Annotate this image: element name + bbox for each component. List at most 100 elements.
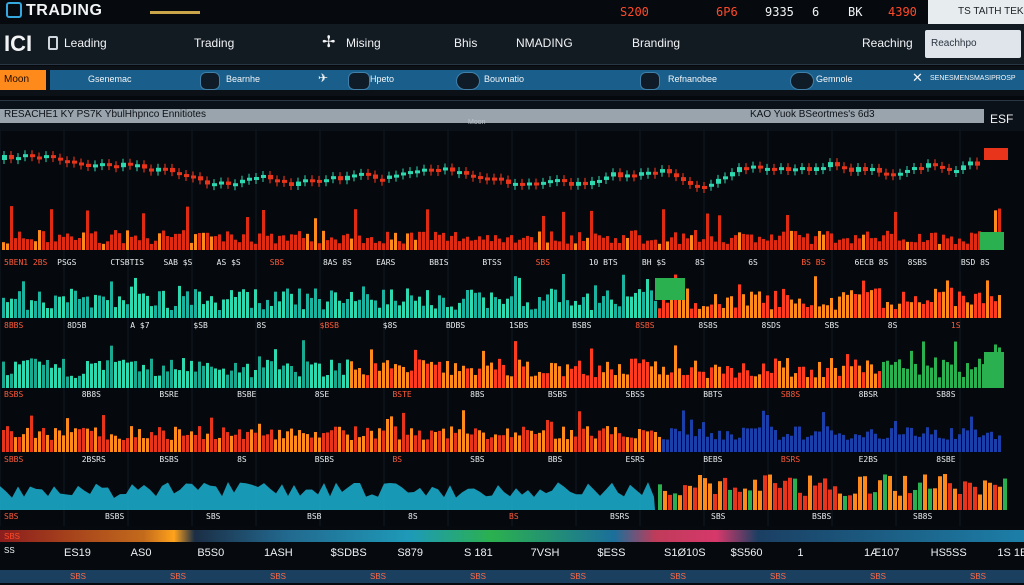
volume-bar	[858, 238, 861, 250]
candle	[457, 171, 462, 175]
mixed-bar	[534, 375, 537, 388]
mixed-bar	[746, 370, 749, 388]
flow-bar	[894, 420, 897, 452]
flow-bar	[150, 432, 153, 452]
volume-bar	[818, 231, 821, 250]
candle	[527, 182, 532, 186]
volume-bar	[898, 240, 901, 250]
area-bar	[963, 481, 967, 510]
histogram-bar	[994, 301, 997, 318]
histogram-bar	[390, 289, 393, 318]
tab-moon[interactable]: Moon	[0, 70, 46, 90]
flow-bar	[106, 439, 109, 452]
nav-item-leading[interactable]: Leading	[64, 36, 107, 50]
volume-bar	[142, 213, 145, 250]
mixed-bar	[526, 361, 529, 388]
flow-bar	[958, 434, 961, 452]
volume-bar	[110, 234, 113, 250]
toolbar-item-gemnole[interactable]: Gemnole	[816, 74, 853, 84]
histogram-bar	[290, 293, 293, 318]
flow-bar	[578, 411, 581, 452]
footer-value: 1Æ107	[864, 547, 900, 559]
strip-label: 8SBS	[907, 258, 927, 267]
volume-bar	[774, 240, 777, 250]
flow-bar	[794, 426, 797, 452]
nav-item-reaching[interactable]: Reaching	[862, 36, 913, 50]
close-icon[interactable]: ✕	[912, 70, 923, 86]
histogram-bar	[694, 303, 697, 318]
candle	[310, 179, 315, 183]
histogram-bar	[262, 309, 265, 318]
volume-bar	[758, 236, 761, 250]
volume-bar	[938, 243, 941, 250]
mixed-bar	[630, 358, 633, 388]
mixed-bar	[510, 376, 513, 388]
flow-bar	[242, 438, 245, 452]
candle	[646, 171, 651, 175]
volume-bar	[754, 242, 757, 250]
area-bar	[948, 483, 952, 510]
flow-bar	[738, 437, 741, 452]
flow-bar	[70, 432, 73, 452]
histogram-bar	[418, 296, 421, 318]
mixed-bar	[802, 366, 805, 388]
volume-bar	[950, 236, 953, 250]
candle	[79, 162, 84, 166]
candle	[667, 169, 672, 174]
flow-bar	[750, 428, 753, 452]
mixed-bar	[394, 364, 397, 388]
flow-bar	[602, 428, 605, 452]
nav-item-bhis[interactable]: Bhis	[454, 36, 477, 50]
area-bar	[823, 478, 827, 510]
flow-bar	[450, 426, 453, 452]
volume-bar	[214, 236, 217, 250]
tag-icon[interactable]	[640, 72, 660, 90]
histogram-bar	[962, 295, 965, 318]
volume-bar	[870, 238, 873, 250]
mixed-bar	[410, 370, 413, 388]
flow-bar	[402, 412, 405, 452]
strip-label: BS	[392, 455, 403, 464]
histogram-bar	[266, 299, 269, 318]
histogram-bar	[862, 280, 865, 318]
globe-icon[interactable]	[200, 72, 220, 90]
volume-bar	[654, 239, 657, 250]
volume-bar	[174, 233, 177, 250]
ticker-item-1: S200	[620, 5, 649, 19]
histogram-bar	[150, 306, 153, 318]
histogram-bar	[46, 307, 49, 318]
toolbar-item-bouvnatio[interactable]: Bouvnatio	[484, 74, 524, 84]
nav-item-branding[interactable]: Branding	[632, 36, 680, 50]
cloud-icon[interactable]	[456, 72, 480, 90]
mixed-bar	[554, 363, 557, 388]
flow-bar	[22, 434, 25, 452]
footer: SBS SS ES19 AS0 B5S0 1ASH $SDBS S879 S 181 7VSH…	[0, 526, 1024, 585]
nav-item-nmading[interactable]: NMADING	[516, 36, 573, 50]
volume-bar	[802, 237, 805, 250]
histogram-bar	[782, 288, 785, 318]
histogram-bar	[990, 296, 993, 318]
nav-item-trading[interactable]: Trading	[194, 36, 234, 50]
nav-item-mising[interactable]: Mising	[346, 36, 381, 50]
candle	[149, 168, 154, 172]
area-bar	[708, 483, 712, 510]
nav-search-box[interactable]: Reachhpo	[925, 30, 1021, 58]
volume-bar	[302, 238, 305, 250]
mixed-bar	[214, 368, 217, 388]
flow-bar	[850, 438, 853, 452]
toolbar-item-bearnhe[interactable]: Bearnhe	[226, 74, 260, 84]
toolbar-item-hpeto[interactable]: Hpeto	[370, 74, 394, 84]
histogram-bar	[746, 305, 749, 318]
histogram-bar	[70, 288, 73, 318]
histogram-bar	[434, 308, 437, 318]
histogram-bar	[118, 296, 121, 318]
histogram-bar	[870, 290, 873, 318]
flow-bar	[470, 434, 473, 452]
flow-bar	[330, 430, 333, 452]
chart-icon[interactable]	[348, 72, 370, 90]
toolbar-item-refnanobee[interactable]: Refnanobee	[668, 74, 717, 84]
toolbar-item-gsenemac[interactable]: Gsenemac	[88, 74, 132, 84]
eye-icon[interactable]	[790, 72, 814, 90]
histogram-bar	[722, 307, 725, 318]
mixed-bar	[182, 358, 185, 388]
